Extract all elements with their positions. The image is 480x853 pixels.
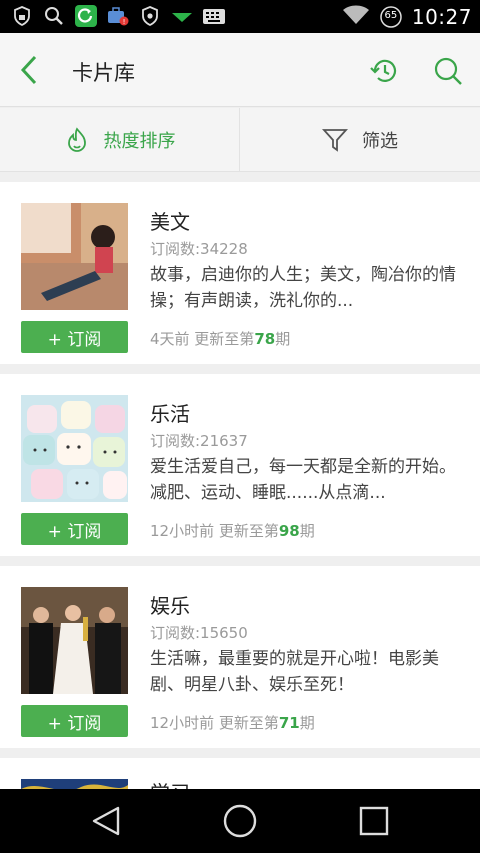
update-suffix: 期 [299, 714, 315, 732]
card-title: 美文 [150, 210, 190, 234]
list-item[interactable]: + 订阅 美文 订阅数:34228 故事，启迪你的人生；美文，陶冶你的情操；有声… [0, 182, 480, 364]
update-info: 4天前 更新至第78期 [150, 328, 290, 349]
hot-sort-tab[interactable]: 热度排序 [0, 108, 240, 171]
card-thumbnail [21, 395, 128, 502]
flame-icon [67, 126, 86, 152]
search-icon [42, 5, 66, 27]
system-nav-bar [0, 789, 480, 853]
card-title: 乐活 [150, 402, 190, 426]
update-suffix: 期 [299, 522, 315, 540]
issue-number: 71 [278, 714, 300, 732]
subscriber-count: 订阅数:21637 [150, 432, 248, 450]
filter-label: 筛选 [362, 130, 398, 152]
card-list: + 订阅 美文 订阅数:34228 故事，启迪你的人生；美文，陶冶你的情操；有声… [0, 182, 480, 798]
subscriber-count: 订阅数:34228 [150, 240, 248, 258]
card-description: 生活嘛，最重要的就是开心啦！电影美剧、明星八卦、娱乐至死！ [150, 649, 439, 695]
clock: 10:27 [411, 5, 472, 29]
back-button[interactable] [14, 54, 44, 86]
back-arrow-icon [20, 55, 37, 85]
status-bar: ! 65 10:27 [0, 0, 480, 33]
update-text: 4天前 更新至第 [150, 330, 255, 348]
update-info: 12小时前 更新至第71期 [150, 712, 315, 733]
card-title: 娱乐 [150, 594, 190, 618]
update-suffix: 期 [275, 330, 291, 348]
page-title: 卡片库 [72, 61, 135, 85]
history-icon [370, 59, 397, 82]
list-item[interactable]: + 订阅 乐活 订阅数:21637 爱生活爱自己，每一天都是全新的开始。减肥、运… [0, 374, 480, 556]
update-text: 12小时前 更新至第 [150, 714, 279, 732]
search-icon [434, 57, 462, 85]
list-item[interactable]: + 订阅 娱乐 订阅数:15650 生活嘛，最重要的就是开心啦！电影美剧、明星八… [0, 566, 480, 748]
app-header: 卡片库 [0, 33, 480, 107]
battery-level: 65 [384, 10, 398, 21]
download-arrow-icon [170, 5, 194, 27]
refresh-app-icon [74, 5, 98, 27]
nav-home-button[interactable] [220, 803, 260, 839]
briefcase-alert-icon: ! [106, 5, 130, 27]
home-circle-icon [223, 804, 257, 838]
subscribe-button[interactable]: + 订阅 [21, 513, 128, 545]
issue-number: 78 [254, 330, 276, 348]
wifi-icon [342, 4, 370, 30]
card-thumbnail [21, 203, 128, 310]
filter-tab[interactable]: 筛选 [240, 108, 480, 171]
svg-text:!: ! [123, 18, 126, 26]
update-text: 12小时前 更新至第 [150, 522, 279, 540]
battery-icon: 65 [380, 5, 402, 29]
back-triangle-icon [92, 806, 120, 836]
shield-icon [138, 5, 162, 27]
sort-filter-bar: 热度排序 筛选 [0, 108, 480, 172]
filter-funnel-icon [322, 128, 348, 152]
update-info: 12小时前 更新至第98期 [150, 520, 315, 541]
search-button[interactable] [430, 54, 466, 88]
card-description: 爱生活爱自己，每一天都是全新的开始。减肥、运动、睡眠......从点滴... [150, 457, 456, 503]
nav-back-button[interactable] [86, 803, 126, 839]
card-description: 故事，启迪你的人生；美文，陶冶你的情操；有声朗读，洗礼你的... [150, 265, 456, 311]
shield-lock-icon [10, 5, 34, 27]
subscribe-button[interactable]: + 订阅 [21, 321, 128, 353]
recents-square-icon [359, 806, 389, 836]
hot-sort-label: 热度排序 [103, 130, 176, 152]
subscribe-button[interactable]: + 订阅 [21, 705, 128, 737]
keyboard-icon [202, 5, 226, 27]
nav-recents-button[interactable] [354, 803, 394, 839]
issue-number: 98 [278, 522, 300, 540]
card-thumbnail [21, 587, 128, 694]
history-button[interactable] [366, 54, 402, 88]
subscriber-count: 订阅数:15650 [150, 624, 248, 642]
